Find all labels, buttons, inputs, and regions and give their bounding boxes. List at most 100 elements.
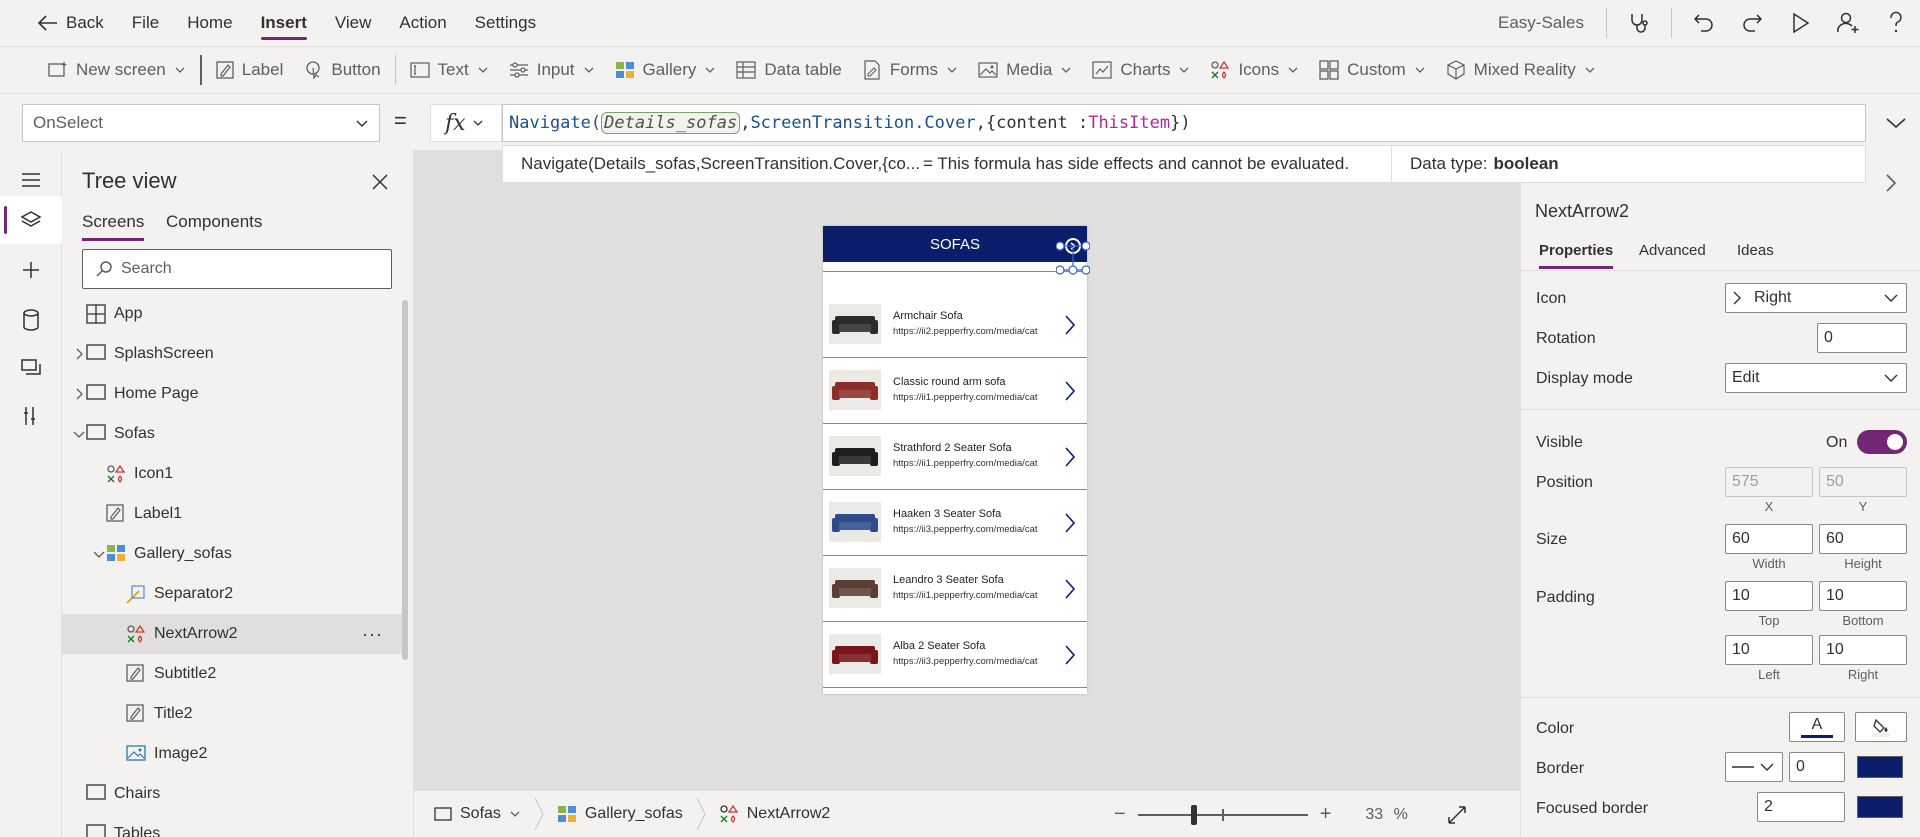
- tab-screens[interactable]: Screens: [82, 212, 145, 241]
- tree-item-app[interactable]: App: [62, 294, 408, 334]
- ribbon-icons-button[interactable]: Icons: [1200, 46, 1309, 94]
- close-icon[interactable]: [368, 170, 392, 194]
- icon-dropdown[interactable]: Right: [1725, 283, 1907, 313]
- chevron-down-icon[interactable]: [92, 547, 106, 561]
- selection-handles[interactable]: [1056, 236, 1090, 276]
- breadcrumb-gallery[interactable]: Gallery_sofas: [545, 791, 695, 837]
- media-button[interactable]: [0, 344, 62, 392]
- play-icon[interactable]: [1776, 0, 1824, 46]
- more-options-icon[interactable]: ···: [362, 624, 383, 645]
- tree-item-tables[interactable]: Tables: [62, 814, 408, 837]
- insert-button[interactable]: [0, 246, 62, 294]
- redo-icon[interactable]: [1728, 0, 1776, 46]
- tree-item-title2[interactable]: Title2: [62, 694, 408, 734]
- chevron-right-icon[interactable]: [72, 347, 86, 361]
- width-input[interactable]: 60: [1725, 524, 1813, 554]
- zoom-slider-thumb[interactable]: [1190, 804, 1197, 825]
- position-x-input[interactable]: 575: [1725, 467, 1813, 497]
- fx-button[interactable]: fx: [430, 104, 502, 142]
- menu-insert[interactable]: Insert: [247, 0, 321, 46]
- ribbon-charts-button[interactable]: Charts: [1082, 46, 1200, 94]
- app-screen-preview[interactable]: SOFAS https://ii1.pepperfry.com/media/ca…: [823, 226, 1087, 694]
- fill-color-picker[interactable]: [1855, 712, 1907, 742]
- undo-icon[interactable]: [1680, 0, 1728, 46]
- formula-input[interactable]: Navigate(Details_sofas, ScreenTransition.…: [502, 104, 1866, 142]
- search-input[interactable]: Search: [82, 249, 392, 289]
- gallery-row[interactable]: Armchair Sofa https://ii2.pepperfry.com/m…: [823, 292, 1087, 358]
- zoom-out-button[interactable]: −: [1114, 803, 1126, 826]
- tree-view-button[interactable]: [0, 196, 62, 244]
- gallery-row[interactable]: Classic round arm sofa https://ii1.pepper…: [823, 358, 1087, 424]
- focused-border-width-input[interactable]: 2: [1757, 792, 1845, 822]
- next-arrow-icon[interactable]: [1063, 446, 1077, 468]
- tree-item-icon1[interactable]: Icon1: [62, 454, 408, 494]
- gallery-row[interactable]: Haaken 3 Seater Sofa https://ii3.pepperfr…: [823, 490, 1087, 556]
- tree-item-home-page[interactable]: Home Page: [62, 374, 408, 414]
- collapse-panel-icon[interactable]: [1878, 170, 1904, 196]
- gallery-row[interactable]: Strathford 2 Seater Sofa https://ii1.pepp…: [823, 424, 1087, 490]
- tree-item-nextarrow2[interactable]: NextArrow2 ···: [62, 614, 408, 654]
- tree-item-image2[interactable]: Image2: [62, 734, 408, 774]
- ribbon-media-button[interactable]: Media: [968, 46, 1082, 94]
- next-arrow-icon[interactable]: [1063, 644, 1077, 666]
- padding-left-input[interactable]: 10: [1725, 635, 1813, 665]
- menu-home[interactable]: Home: [173, 0, 246, 46]
- ribbon-button-button[interactable]: Button: [293, 46, 390, 94]
- padding-bottom-input[interactable]: 10: [1819, 581, 1907, 611]
- tab-properties[interactable]: Properties: [1539, 242, 1614, 269]
- visible-toggle[interactable]: [1857, 430, 1907, 454]
- ribbon-mixed-reality-button[interactable]: Mixed Reality: [1436, 46, 1606, 94]
- tree-scrollbar[interactable]: [402, 300, 408, 660]
- zoom-slider[interactable]: [1137, 804, 1308, 825]
- ribbon-gallery-button[interactable]: Gallery: [605, 46, 727, 94]
- ribbon-input-button[interactable]: Input: [499, 46, 605, 94]
- tree-item-label1[interactable]: Label1: [62, 494, 408, 534]
- tree-item-chairs[interactable]: Chairs: [62, 774, 408, 814]
- border-color-swatch[interactable]: [1857, 756, 1903, 778]
- next-arrow-icon[interactable]: [1063, 578, 1077, 600]
- tab-ideas[interactable]: Ideas: [1737, 242, 1774, 259]
- tree-item-sofas[interactable]: Sofas: [62, 414, 408, 454]
- next-arrow-icon[interactable]: [1063, 314, 1077, 336]
- ribbon-label-button[interactable]: Label: [206, 46, 294, 94]
- breadcrumb-control[interactable]: NextArrow2: [707, 791, 843, 837]
- tab-advanced[interactable]: Advanced: [1639, 242, 1706, 259]
- padding-top-input[interactable]: 10: [1725, 581, 1813, 611]
- ribbon-custom-button[interactable]: Custom: [1309, 46, 1436, 94]
- chevron-down-icon[interactable]: [72, 427, 86, 441]
- help-icon[interactable]: [1872, 0, 1920, 46]
- rotation-input[interactable]: 0: [1817, 323, 1907, 353]
- gallery-row[interactable]: Leandro 3 Seater Sofa https://ii1.pepperf…: [823, 556, 1087, 622]
- height-input[interactable]: 60: [1819, 524, 1907, 554]
- next-arrow-icon[interactable]: [1063, 380, 1077, 402]
- next-arrow-icon[interactable]: [1063, 512, 1077, 534]
- zoom-in-button[interactable]: +: [1320, 803, 1332, 826]
- tree-item-subtitle2[interactable]: Subtitle2: [62, 654, 408, 694]
- back-button[interactable]: Back: [0, 0, 118, 46]
- app-checker-stethoscope-icon[interactable]: [1615, 0, 1663, 46]
- text-color-picker[interactable]: A: [1789, 712, 1845, 742]
- ribbon-new-screen-button[interactable]: New screen: [38, 46, 196, 94]
- gallery-row[interactable]: [823, 688, 1087, 694]
- advanced-tools-button[interactable]: [0, 392, 62, 440]
- menu-view[interactable]: View: [321, 0, 386, 46]
- share-user-icon[interactable]: [1824, 0, 1872, 46]
- ribbon-data-table-button[interactable]: Data table: [726, 46, 852, 94]
- chevron-right-icon[interactable]: [72, 387, 86, 401]
- focused-border-color-swatch[interactable]: [1857, 796, 1903, 818]
- menu-action[interactable]: Action: [385, 0, 460, 46]
- position-y-input[interactable]: 50: [1819, 467, 1907, 497]
- control-name[interactable]: NextArrow2: [1535, 201, 1629, 222]
- breadcrumb-screen[interactable]: Sofas: [414, 791, 533, 837]
- property-dropdown[interactable]: OnSelect: [22, 104, 380, 142]
- fit-to-window-icon[interactable]: [1446, 804, 1468, 826]
- ribbon-text-button[interactable]: Text: [400, 46, 499, 94]
- tree-item-separator2[interactable]: Separator2: [62, 574, 408, 614]
- tab-components[interactable]: Components: [166, 212, 262, 232]
- menu-settings[interactable]: Settings: [461, 0, 550, 46]
- display-mode-dropdown[interactable]: Edit: [1725, 363, 1907, 393]
- border-style-dropdown[interactable]: [1725, 752, 1783, 782]
- gallery-row[interactable]: Alba 2 Seater Sofa https://ii3.pepperfry.…: [823, 622, 1087, 688]
- ribbon-forms-button[interactable]: Forms: [852, 46, 968, 94]
- menu-file[interactable]: File: [118, 0, 173, 46]
